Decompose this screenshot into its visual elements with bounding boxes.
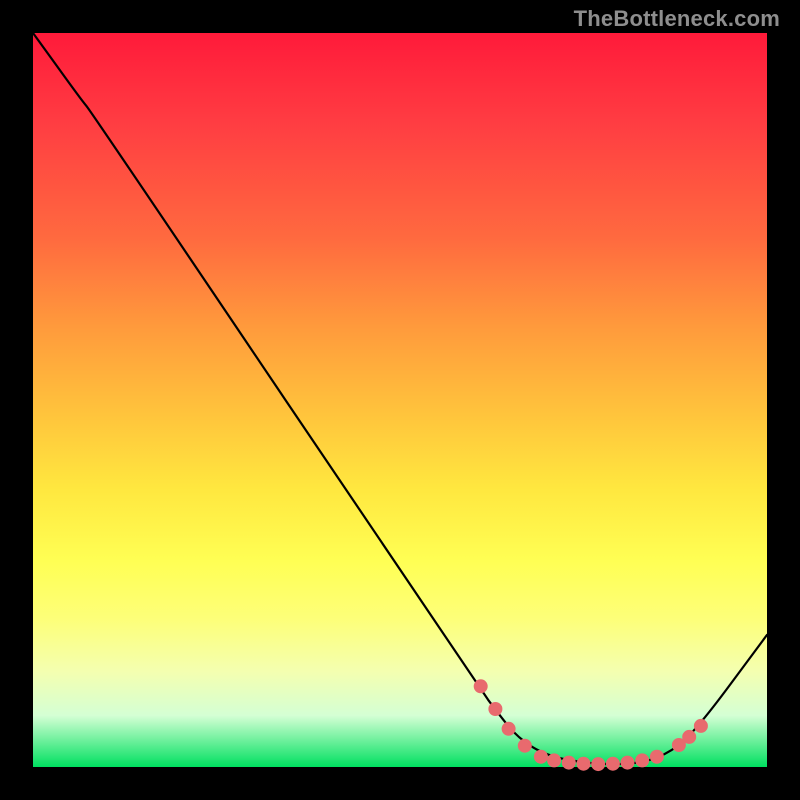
curve-line <box>33 33 767 764</box>
curve-markers <box>474 680 707 771</box>
curve-marker <box>650 750 663 763</box>
curve-marker <box>474 680 487 693</box>
curve-marker <box>636 754 649 767</box>
curve-marker <box>592 758 605 771</box>
attribution-watermark: TheBottleneck.com <box>574 6 780 32</box>
curve-marker <box>489 703 502 716</box>
curve-marker <box>562 756 575 769</box>
curve-marker <box>621 756 634 769</box>
curve-marker <box>502 722 515 735</box>
curve-marker <box>694 719 707 732</box>
bottleneck-curve-chart <box>33 33 767 767</box>
curve-marker <box>606 757 619 770</box>
curve-marker <box>577 757 590 770</box>
curve-marker <box>518 739 531 752</box>
curve-marker <box>548 754 561 767</box>
curve-marker <box>534 750 547 763</box>
curve-marker <box>683 730 696 743</box>
